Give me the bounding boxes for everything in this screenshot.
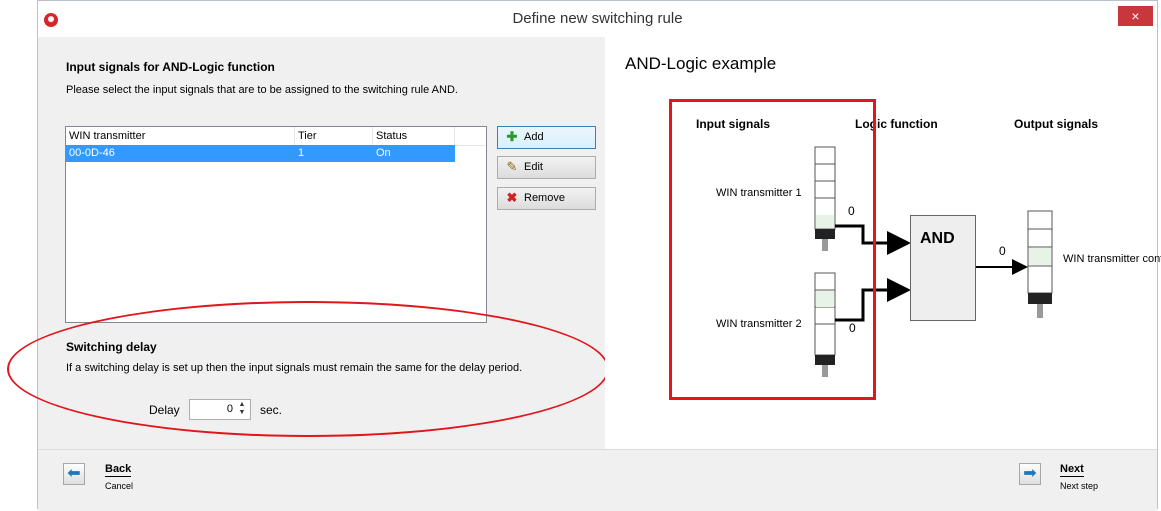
- edit-button-label: Edit: [524, 161, 543, 173]
- and-gate-label: AND: [920, 230, 955, 247]
- remove-button[interactable]: ✖ Remove: [497, 187, 596, 210]
- next-arrow-icon[interactable]: ➡: [1019, 463, 1041, 485]
- input-signals-table[interactable]: WIN transmitter Tier Status 00-0D-46 1 O…: [65, 126, 487, 323]
- next-step-link[interactable]: Next step: [1060, 481, 1098, 491]
- column-header-status[interactable]: Status: [373, 127, 455, 145]
- wizard-nav-bar: ⬅ Back Cancel ➡ Next Next step: [38, 449, 1157, 511]
- column-header-transmitter[interactable]: WIN transmitter: [66, 127, 295, 145]
- output-label: WIN transmitter control: [1063, 253, 1161, 265]
- window-title: Define new switching rule: [512, 10, 683, 27]
- title-bar: ✺ Define new switching rule ×: [38, 1, 1157, 37]
- cell-transmitter: 00-0D-46: [69, 147, 115, 159]
- input-config-panel: Input signals for AND-Logic function Ple…: [7, 37, 609, 449]
- output-value: 0: [999, 244, 1006, 258]
- input-highlight-box: [669, 99, 876, 400]
- add-button[interactable]: ✚ Add: [497, 126, 596, 149]
- highlight-ellipse: [7, 301, 609, 437]
- close-button[interactable]: ×: [1118, 6, 1153, 26]
- cell-status: On: [376, 147, 391, 159]
- table-header: WIN transmitter Tier Status: [66, 127, 486, 146]
- example-panel: AND-Logic example Input signals Logic fu…: [605, 37, 1161, 449]
- and-gate: AND: [910, 215, 976, 321]
- remove-x-icon: ✖: [506, 190, 518, 205]
- pencil-icon: ✎: [506, 159, 518, 174]
- input-section-description: Please select the input signals that are…: [66, 84, 458, 96]
- cancel-link[interactable]: Cancel: [105, 481, 133, 491]
- signal-tower-output-icon: [1027, 210, 1053, 318]
- column-header-tier[interactable]: Tier: [295, 127, 373, 145]
- next-button[interactable]: Next: [1060, 463, 1084, 477]
- column-header-filler: [455, 127, 486, 145]
- remove-button-label: Remove: [524, 192, 565, 204]
- back-arrow-icon[interactable]: ⬅: [63, 463, 85, 485]
- dialog-window: ✺ Define new switching rule × Input sign…: [7, 0, 1161, 511]
- back-button[interactable]: Back: [105, 463, 132, 477]
- plus-icon: ✚: [506, 129, 518, 144]
- edit-button[interactable]: ✎ Edit: [497, 156, 596, 179]
- add-button-label: Add: [524, 131, 544, 143]
- cell-tier: 1: [298, 147, 305, 159]
- table-row[interactable]: 00-0D-46 1 On: [66, 145, 455, 162]
- input-section-heading: Input signals for AND-Logic function: [66, 60, 275, 74]
